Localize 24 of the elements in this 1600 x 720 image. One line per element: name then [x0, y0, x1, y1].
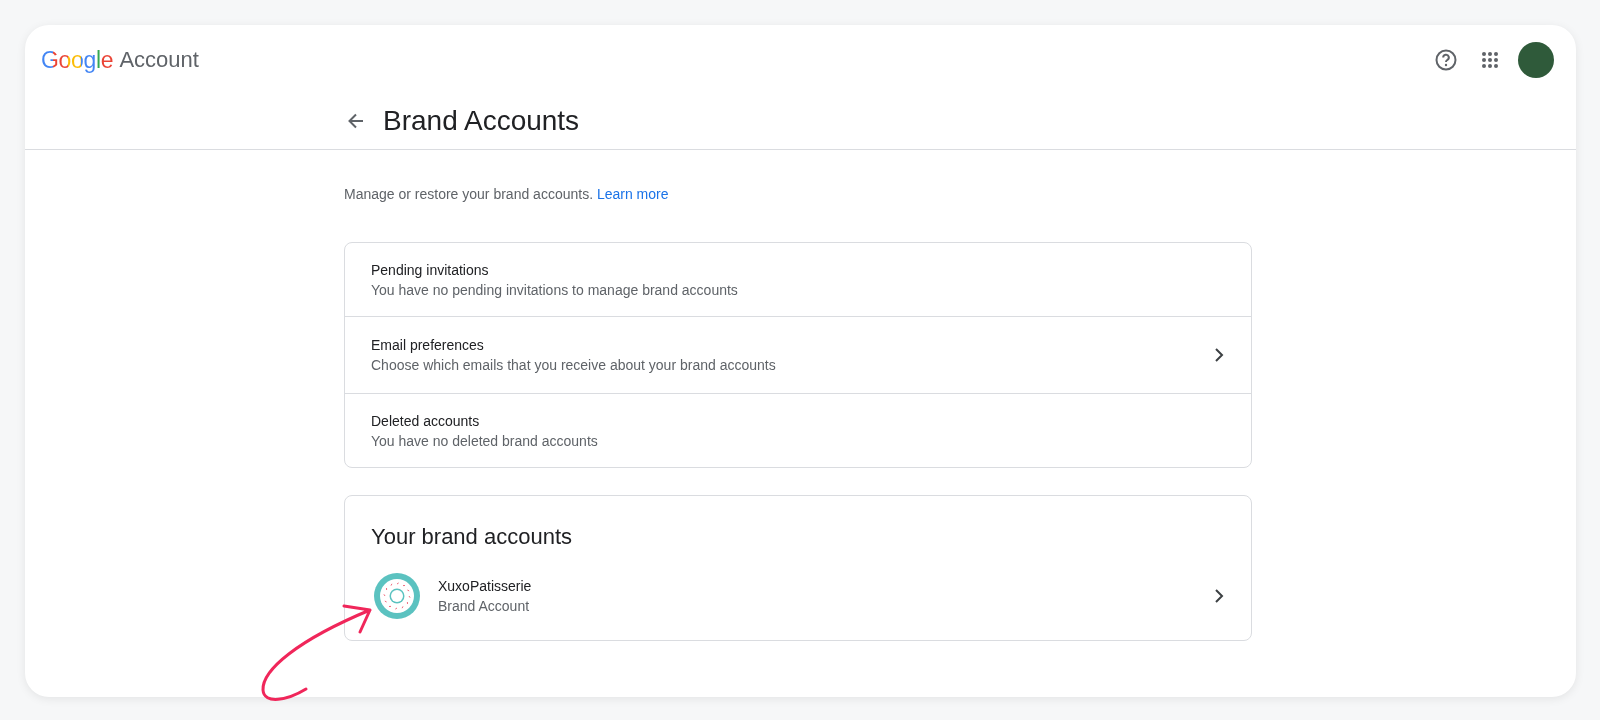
- chevron-right-icon: [1213, 588, 1225, 604]
- help-icon: [1434, 48, 1458, 72]
- apps-grid-icon: [1481, 51, 1499, 69]
- row-title: Pending invitations: [371, 261, 490, 278]
- row-subtitle: You have no pending invitations to manage brand accounts: [371, 281, 739, 298]
- learn-more-link[interactable]: Learn more: [596, 186, 669, 202]
- account-name: XuxoPatisserie: [438, 578, 533, 594]
- product-name: Account: [119, 47, 199, 73]
- settings-row[interactable]: Deleted accounts You have no deleted brand accounts: [345, 393, 1251, 467]
- avatar-circle[interactable]: [1518, 42, 1554, 78]
- page-title: Brand Accounts: [383, 105, 580, 137]
- chevron-right-icon: [1213, 347, 1225, 363]
- brand-account-row[interactable]: XuxoPatisserie Brand Account: [345, 566, 1251, 626]
- row-title: Email preferences: [371, 337, 485, 353]
- settings-row[interactable]: Pending invitations You have no pending invitations to manage brand accounts: [345, 243, 1251, 316]
- settings-row[interactable]: Email preferences Choose which emails that you receive about your brand accounts: [345, 316, 1251, 393]
- page-description: Manage or restore your brand accounts. Learn more: [344, 186, 670, 202]
- row-title: Deleted accounts: [371, 412, 481, 429]
- section-title: Your brand accounts: [370, 523, 573, 551]
- donut-icon: [374, 573, 420, 619]
- row-subtitle: Choose which emails that you receive about your brand accounts: [371, 357, 777, 373]
- row-subtitle: You have no deleted brand accounts: [371, 432, 599, 449]
- account-type: Brand Account: [438, 598, 531, 614]
- back-arrow-icon: [346, 111, 366, 131]
